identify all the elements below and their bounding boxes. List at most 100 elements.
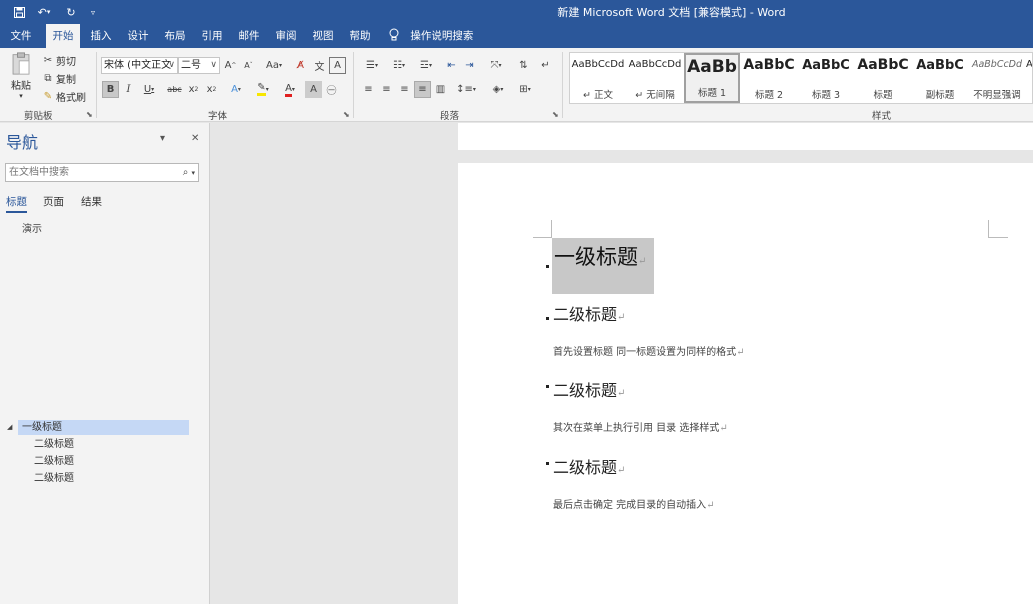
align-left-icon[interactable]: ≡ <box>360 81 377 98</box>
heading-2[interactable]: 二级标题↵ <box>553 301 625 325</box>
tell-me-box[interactable]: 操作说明搜索 <box>389 24 473 48</box>
style-heading-1[interactable]: AaBb 标题 1 <box>684 53 740 103</box>
align-right-icon[interactable]: ≡ <box>396 81 413 98</box>
format-painter-button[interactable]: ✎ 格式刷 <box>42 89 86 104</box>
shrink-font-icon[interactable]: Aˇ <box>240 57 257 74</box>
style-subtle-emphasis[interactable]: AaBbCcDd 不明显强调 <box>969 53 1025 103</box>
show-marks-icon[interactable]: ↵ <box>537 57 554 74</box>
body-paragraph[interactable]: 最后点击确定 完成目录的自动插入↵ <box>553 496 715 511</box>
underline-button[interactable]: U ▾ <box>138 81 160 98</box>
italic-button[interactable]: I <box>120 81 137 98</box>
chevron-down-icon: ∨ <box>168 60 175 70</box>
tab-review[interactable]: 审阅 <box>269 24 303 48</box>
shading-icon[interactable]: ◈ ▾ <box>486 81 510 98</box>
style-title[interactable]: AaBbC 标题 <box>855 53 911 103</box>
style-sample: AaBbC <box>857 57 909 73</box>
font-name-box[interactable]: 宋体 (中文正文 ∨ <box>101 57 178 74</box>
paste-dropdown-icon: ▾ <box>19 92 23 100</box>
tab-design[interactable]: 设计 <box>121 24 155 48</box>
font-launcher-icon[interactable]: ⬊ <box>343 110 350 119</box>
body-paragraph[interactable]: 首先设置标题 同一标题设置为同样的格式↵ <box>553 343 745 358</box>
style-heading-2[interactable]: AaBbC 标题 2 <box>741 53 797 103</box>
tab-file[interactable]: 文件 <box>4 24 38 48</box>
decrease-indent-icon[interactable]: ⇤ <box>443 57 460 74</box>
font-size-value: 二号 <box>181 60 201 71</box>
style-name: ↵ 正文 <box>583 90 613 101</box>
multilevel-list-icon[interactable]: ☲ ▾ <box>414 57 438 74</box>
superscript-button[interactable]: x2 <box>203 81 220 98</box>
heading-2[interactable]: 二级标题↵ <box>553 454 625 478</box>
crop-mark <box>551 220 552 238</box>
highlight-icon[interactable]: ✎ ▾ <box>251 81 275 98</box>
nav-search-input[interactable]: 在文档中搜索 ⌕ ▾ <box>5 163 199 182</box>
style-heading-3[interactable]: AaBbC 标题 3 <box>798 53 854 103</box>
nav-tab-results[interactable]: 结果 <box>81 194 102 209</box>
style-more[interactable]: A <box>1026 53 1032 103</box>
format-painter-label: 格式刷 <box>56 93 86 104</box>
enclose-characters-icon[interactable]: ㊀ <box>323 81 340 98</box>
body-paragraph[interactable]: 其次在菜单上执行引用 目录 选择样式↵ <box>553 419 728 434</box>
tab-help[interactable]: 帮助 <box>343 24 377 48</box>
nav-tree-item[interactable]: 一级标题 <box>18 420 189 435</box>
nav-tab-headings[interactable]: 标题 <box>6 194 27 213</box>
heading-bullet <box>546 317 549 320</box>
style-name: 标题 3 <box>811 90 841 101</box>
tab-mailings[interactable]: 邮件 <box>232 24 266 48</box>
copy-button[interactable]: ⧉ 复制 <box>42 71 76 86</box>
nav-tree-item[interactable]: 二级标题 <box>34 454 74 469</box>
change-case-icon[interactable]: Aa ▾ <box>262 57 286 74</box>
subscript-button[interactable]: x2 <box>185 81 202 98</box>
brush-icon: ✎ <box>43 91 53 102</box>
chinese-layout-icon[interactable]: ⤧ ▾ <box>484 57 508 74</box>
justify-icon[interactable]: ≡ <box>414 81 431 98</box>
bold-button[interactable]: B <box>102 81 119 98</box>
style-name: 标题 2 <box>754 90 784 101</box>
increase-indent-icon[interactable]: ⇥ <box>461 57 478 74</box>
grow-font-icon[interactable]: A ^ <box>222 57 239 74</box>
strikethrough-button[interactable]: abc <box>166 81 183 98</box>
heading-2-text: 二级标题 <box>553 305 618 324</box>
distributed-icon[interactable]: ▥ <box>432 81 449 98</box>
heading-2[interactable]: 二级标题↵ <box>553 377 625 401</box>
tab-view[interactable]: 视图 <box>306 24 340 48</box>
nav-options-icon[interactable]: ▾ <box>160 133 165 144</box>
bullets-icon[interactable]: ☰ ▾ <box>360 57 384 74</box>
tab-insert[interactable]: 插入 <box>84 24 118 48</box>
search-icon[interactable]: ⌕ ▾ <box>183 164 195 182</box>
tab-layout[interactable]: 布局 <box>158 24 192 48</box>
clipboard-launcher-icon[interactable]: ⬊ <box>86 110 93 119</box>
document-page[interactable] <box>458 163 1033 604</box>
close-icon[interactable]: ✕ <box>191 133 199 144</box>
crop-mark <box>533 237 551 238</box>
align-center-icon[interactable]: ≡ <box>378 81 395 98</box>
paragraph-mark: ↵ <box>617 388 626 399</box>
paragraph-mark: ↵ <box>736 347 745 358</box>
borders-icon[interactable]: ⊞ ▾ <box>513 81 537 98</box>
heading-1[interactable]: 一级标题↵ <box>552 238 654 294</box>
style-subtitle[interactable]: AaBbC 副标题 <box>912 53 968 103</box>
clear-formatting-icon[interactable]: A̸ <box>292 57 309 74</box>
cut-button[interactable]: ✂ 剪切 <box>42 53 76 68</box>
collapse-arrow-icon[interactable]: ◢ <box>7 420 12 435</box>
text-effects-icon[interactable]: A ▾ <box>225 81 247 98</box>
character-border-icon[interactable]: A <box>329 57 346 74</box>
nav-tree-item[interactable]: 二级标题 <box>34 437 74 452</box>
paste-button[interactable]: 粘贴 ▾ <box>8 52 34 100</box>
font-color-icon[interactable]: A ▾ <box>278 81 302 98</box>
numbering-icon[interactable]: ☷ ▾ <box>387 57 411 74</box>
styles-gallery: AaBbCcDd ↵ 正文 AaBbCcDd ↵ 无间隔 AaBb 标题 1 A… <box>569 52 1033 104</box>
tab-home[interactable]: 开始 <box>46 24 80 48</box>
phonetic-guide-icon[interactable]: 文 <box>311 57 328 74</box>
character-shading-icon[interactable]: A <box>305 81 322 98</box>
style-sample: AaBbCcDd <box>628 59 682 70</box>
nav-tab-pages[interactable]: 页面 <box>43 194 64 209</box>
heading-bullet <box>546 462 549 465</box>
font-size-box[interactable]: 二号 ∨ <box>178 57 220 74</box>
style-no-spacing[interactable]: AaBbCcDd ↵ 无间隔 <box>627 53 683 103</box>
nav-tree-item[interactable]: 二级标题 <box>34 471 74 486</box>
tab-references[interactable]: 引用 <box>195 24 229 48</box>
paragraph-launcher-icon[interactable]: ⬊ <box>552 110 559 119</box>
style-normal[interactable]: AaBbCcDd ↵ 正文 <box>570 53 626 103</box>
sort-icon[interactable]: ⇅ <box>515 57 532 74</box>
line-spacing-icon[interactable]: ↕≡ ▾ <box>454 81 478 98</box>
